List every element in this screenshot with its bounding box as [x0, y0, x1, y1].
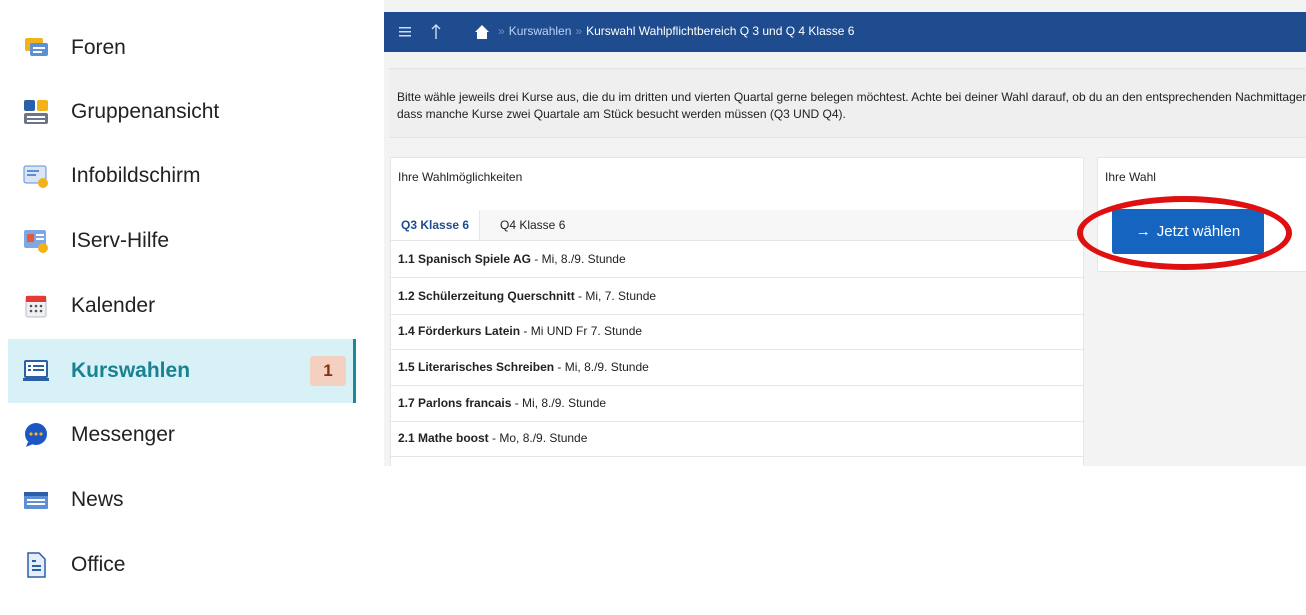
tab-q3-klasse-6[interactable]: Q3 Klasse 6 — [391, 210, 481, 240]
instructions-box: Bitte wähle jeweils drei Kurse aus, die … — [389, 68, 1306, 138]
course-row[interactable]: 1.2 Schülerzeitung Querschnitt - Mi, 7. … — [391, 278, 1083, 315]
course-row[interactable]: 1.4 Förderkurs Latein - Mi UND Fr 7. Stu… — [391, 313, 1083, 350]
sidebar-item-kurswahlen[interactable]: Kurswahlen 1 — [8, 339, 356, 403]
course-detail: - Mi, 8./9. Stunde — [530, 252, 626, 266]
breadcrumb-link-kurswahlen[interactable]: Kurswahlen — [509, 24, 572, 38]
options-panel: Ihre Wahlmöglichkeiten Q3 Klasse 6 Q4 Kl… — [390, 157, 1084, 466]
sidebar-item-label: Gruppenansicht — [71, 100, 220, 123]
groups-icon — [24, 100, 48, 124]
tab-q4-klasse-6[interactable]: Q4 Klasse 6 — [490, 210, 575, 240]
instructions-text: Bitte wähle jeweils drei Kurse aus, die … — [397, 90, 1306, 121]
sidebar-item-label: Foren — [71, 36, 126, 59]
sidebar-item-gruppenansicht[interactable]: Gruppenansicht — [8, 80, 356, 144]
home-icon[interactable] — [474, 24, 490, 40]
course-selection-icon — [23, 360, 49, 381]
sidebar-item-foren[interactable]: Foren — [8, 16, 356, 80]
sidebar-item-label: Office — [71, 553, 126, 576]
info-screen-icon — [23, 165, 48, 188]
calendar-icon — [25, 295, 47, 318]
messenger-icon — [25, 423, 47, 447]
top-navbar: » Kurswahlen» Kurswahl Wahlpflichtbereich … — [384, 12, 1306, 52]
course-row[interactable]: 1.1 Spanisch Spiele AG - Mi, 8./9. Stund… — [391, 241, 1083, 278]
course-detail: - Mi, 8./9. Stunde — [554, 360, 649, 374]
sidebar-item-news[interactable]: News — [8, 468, 356, 532]
sidebar-item-label: Kalender — [71, 294, 156, 317]
quarter-tabs: Q3 Klasse 6 Q4 Klasse 6 — [391, 210, 1083, 241]
course-row[interactable]: 2.1 Mathe boost - Mo, 8./9. Stunde — [391, 420, 1083, 457]
course-name: 1.5 Literarisches Schreiben — [398, 360, 555, 374]
sidebar-nav: Foren Gruppenansicht Infobildschirm ISer… — [0, 0, 370, 615]
course-row[interactable]: 1.7 Parlons francais - Mi, 8./9. Stunde — [391, 385, 1083, 422]
options-panel-title: Ihre Wahlmöglichkeiten — [398, 170, 523, 184]
course-name: 1.4 Förderkurs Latein — [398, 324, 521, 338]
highlight-circle-annotation — [1077, 196, 1292, 270]
course-detail: - Mi, 8./9. Stunde — [511, 396, 607, 410]
course-detail: - Mo, 8./9. Stunde — [488, 431, 588, 445]
arrow-up-icon[interactable] — [428, 21, 444, 43]
course-row[interactable]: 1.5 Literarisches Schreiben - Mi, 8./9. … — [391, 349, 1083, 386]
sidebar-item-label: Kurswahlen — [71, 359, 191, 382]
breadcrumb-separator-icon: » — [498, 24, 505, 38]
notification-badge: 1 — [310, 356, 346, 386]
news-icon — [24, 492, 48, 509]
sidebar-item-label: Messenger — [71, 423, 175, 446]
course-name: 1.2 Schülerzeitung Querschnitt — [398, 289, 575, 303]
sidebar-item-kalender[interactable]: Kalender — [8, 274, 356, 338]
sidebar-item-office[interactable]: Office — [8, 533, 356, 597]
sidebar-item-messenger[interactable]: Messenger — [8, 403, 356, 467]
sidebar-item-label: Infobildschirm — [71, 164, 201, 187]
sidebar-item-label: IServ-Hilfe — [71, 229, 170, 252]
office-icon — [27, 552, 46, 578]
sidebar-item-infobildschirm[interactable]: Infobildschirm — [8, 144, 356, 208]
menu-icon[interactable] — [398, 22, 414, 42]
course-detail: - Mi UND Fr 7. Stunde — [520, 324, 643, 338]
breadcrumb-separator-icon: » — [575, 24, 583, 38]
breadcrumb-current: Kurswahl Wahlpflichtbereich Q 3 und Q 4 … — [586, 24, 855, 38]
forum-icon — [25, 38, 48, 56]
course-name: 1.1 Spanisch Spiele AG — [398, 252, 531, 266]
course-detail: - Mi, 7. Stunde — [574, 289, 657, 303]
course-name: 2.1 Mathe boost — [398, 431, 489, 445]
choice-panel-title: Ihre Wahl — [1105, 170, 1156, 184]
course-name: 1.7 Parlons francais — [398, 396, 512, 410]
breadcrumb: » Kurswahlen» Kurswahl Wahlpflichtbereich … — [494, 24, 854, 38]
help-icon — [24, 230, 48, 253]
sidebar-item-iserv-hilfe[interactable]: IServ-Hilfe — [8, 209, 356, 273]
sidebar-item-label: News — [71, 488, 124, 511]
